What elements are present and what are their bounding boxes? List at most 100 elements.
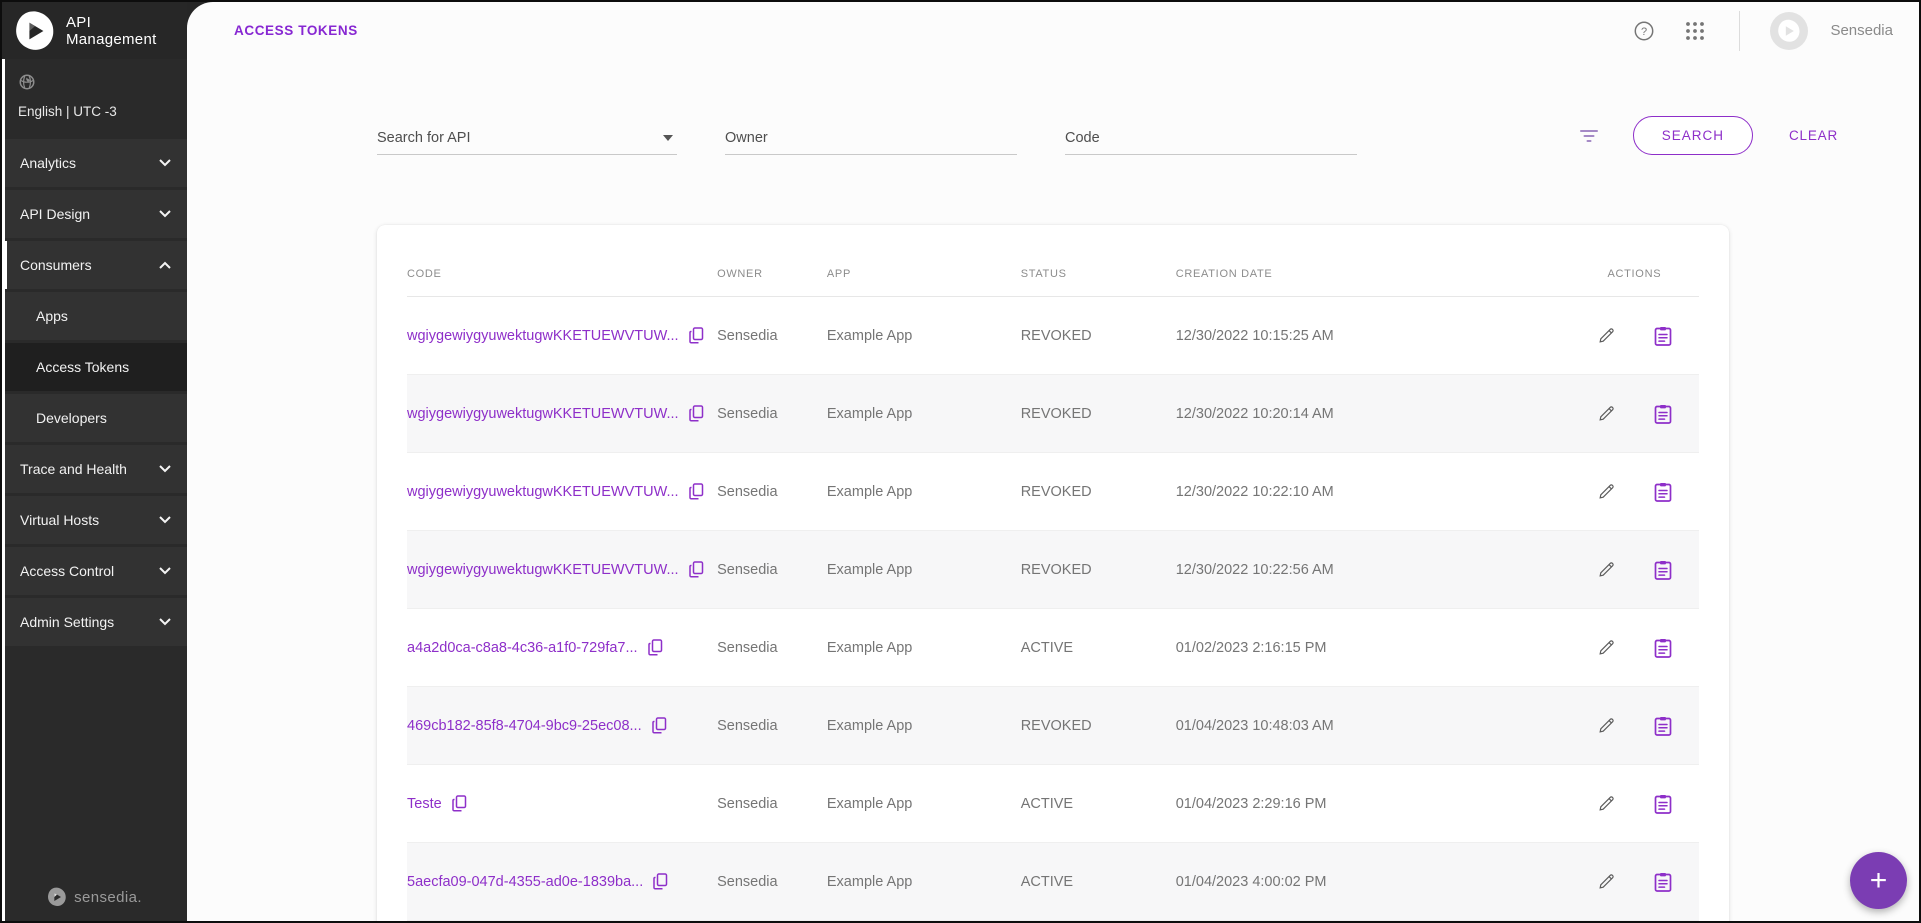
edit-token-button[interactable] xyxy=(1593,634,1620,661)
edit-token-button[interactable] xyxy=(1593,400,1620,427)
copy-code-button[interactable] xyxy=(646,637,665,658)
sidebar-item-consumers[interactable]: Consumers xyxy=(2,241,187,289)
edit-token-button[interactable] xyxy=(1593,478,1620,505)
filter-list-button[interactable] xyxy=(1575,124,1603,148)
copy-icon xyxy=(452,795,467,812)
edit-token-button[interactable] xyxy=(1593,712,1620,739)
token-code-link[interactable]: a4a2d0ca-c8a8-4c36-a1f0-729fa7... xyxy=(407,640,638,656)
apps-grid-button[interactable] xyxy=(1681,17,1709,45)
copy-icon xyxy=(689,483,704,500)
token-details-button[interactable] xyxy=(1650,634,1676,662)
cell-code: wgiygewiygyuwektugwKKETUEWVTUW... xyxy=(407,481,717,502)
token-details-button[interactable] xyxy=(1650,478,1676,506)
pencil-icon xyxy=(1597,404,1616,423)
sidebar-item-virtual-hosts[interactable]: Virtual Hosts xyxy=(2,496,187,544)
copy-icon xyxy=(689,327,704,344)
copy-code-button[interactable] xyxy=(650,715,669,736)
app-window: API Management English | UTC -3 Analytic… xyxy=(0,0,1921,923)
cell-status: REVOKED xyxy=(1021,484,1176,500)
edit-token-button[interactable] xyxy=(1593,868,1620,895)
clipboard-icon xyxy=(1654,794,1672,814)
sidebar-item-admin-settings[interactable]: Admin Settings xyxy=(2,598,187,646)
owner-input[interactable] xyxy=(725,130,1017,146)
token-row: 469cb182-85f8-4704-9bc9-25ec08... Sensed… xyxy=(407,687,1699,765)
copy-code-button[interactable] xyxy=(687,403,706,424)
token-details-button[interactable] xyxy=(1650,400,1676,428)
sidebar-item-apps[interactable]: Apps xyxy=(2,292,187,340)
sidebar-item-api-design[interactable]: API Design xyxy=(2,190,187,238)
pencil-icon xyxy=(1597,716,1616,735)
column-header-owner: OWNER xyxy=(717,268,827,280)
cell-owner: Sensedia xyxy=(717,796,827,812)
pencil-icon xyxy=(1597,326,1616,345)
pencil-icon xyxy=(1597,638,1616,657)
cell-status: REVOKED xyxy=(1021,718,1176,734)
cell-code: wgiygewiygyuwektugwKKETUEWVTUW... xyxy=(407,403,717,424)
column-header-app: APP xyxy=(827,268,1021,280)
locale-selector[interactable]: English | UTC -3 xyxy=(2,59,187,129)
main-content: ACCESS TOKENS ? xyxy=(187,2,1919,921)
cell-creation-date: 12/30/2022 10:15:25 AM xyxy=(1176,328,1570,344)
token-code-link[interactable]: Teste xyxy=(407,796,442,812)
edit-token-button[interactable] xyxy=(1593,322,1620,349)
cell-creation-date: 01/02/2023 2:16:15 PM xyxy=(1176,640,1570,656)
token-details-button[interactable] xyxy=(1650,868,1676,896)
token-row: 5aecfa09-047d-4355-ad0e-1839ba... Sensed… xyxy=(407,843,1699,921)
token-code-link[interactable]: wgiygewiygyuwektugwKKETUEWVTUW... xyxy=(407,406,679,422)
pencil-icon xyxy=(1597,872,1616,891)
chevron-down-icon xyxy=(159,516,171,524)
cell-code: a4a2d0ca-c8a8-4c36-a1f0-729fa7... xyxy=(407,637,717,658)
sidebar-item-access-tokens[interactable]: Access Tokens xyxy=(2,343,187,391)
help-icon: ? xyxy=(1633,20,1655,42)
chevron-down-icon xyxy=(159,210,171,218)
token-row: wgiygewiygyuwektugwKKETUEWVTUW... Sensed… xyxy=(407,375,1699,453)
copy-icon xyxy=(648,639,663,656)
token-details-button[interactable] xyxy=(1650,322,1676,350)
token-row: wgiygewiygyuwektugwKKETUEWVTUW... Sensed… xyxy=(407,453,1699,531)
copy-icon xyxy=(653,873,668,890)
copy-code-button[interactable] xyxy=(687,325,706,346)
token-code-link[interactable]: 469cb182-85f8-4704-9bc9-25ec08... xyxy=(407,718,642,734)
column-header-code: CODE xyxy=(407,268,717,280)
clipboard-icon xyxy=(1654,560,1672,580)
token-code-link[interactable]: 5aecfa09-047d-4355-ad0e-1839ba... xyxy=(407,874,643,890)
code-input[interactable] xyxy=(1065,130,1357,146)
token-code-link[interactable]: wgiygewiygyuwektugwKKETUEWVTUW... xyxy=(407,328,679,344)
cell-status: REVOKED xyxy=(1021,406,1176,422)
edit-token-button[interactable] xyxy=(1593,790,1620,817)
token-code-link[interactable]: wgiygewiygyuwektugwKKETUEWVTUW... xyxy=(407,484,679,500)
clipboard-icon xyxy=(1654,638,1672,658)
cell-code: wgiygewiygyuwektugwKKETUEWVTUW... xyxy=(407,559,717,580)
token-code-link[interactable]: wgiygewiygyuwektugwKKETUEWVTUW... xyxy=(407,562,679,578)
app-logo: API Management xyxy=(2,2,187,59)
pencil-icon xyxy=(1597,560,1616,579)
cell-app: Example App xyxy=(827,328,1021,344)
help-button[interactable]: ? xyxy=(1629,16,1659,46)
search-button[interactable]: SEARCH xyxy=(1633,116,1753,155)
api-select[interactable]: Search for API xyxy=(377,121,677,155)
cell-actions xyxy=(1570,556,1699,584)
sidebar-item-trace-and-health[interactable]: Trace and Health xyxy=(2,445,187,493)
token-details-button[interactable] xyxy=(1650,556,1676,584)
copy-code-button[interactable] xyxy=(450,793,469,814)
clear-button[interactable]: CLEAR xyxy=(1783,118,1844,153)
token-row: Teste Sensedia Example App ACTIVE 01/04/… xyxy=(407,765,1699,843)
token-row: wgiygewiygyuwektugwKKETUEWVTUW... Sensed… xyxy=(407,531,1699,609)
chevron-down-icon xyxy=(159,159,171,167)
sidebar-item-developers[interactable]: Developers xyxy=(2,394,187,442)
sidebar-item-analytics[interactable]: Analytics xyxy=(2,139,187,187)
user-avatar[interactable] xyxy=(1770,12,1808,50)
copy-icon xyxy=(689,405,704,422)
apps-grid-icon xyxy=(1685,21,1705,41)
edit-token-button[interactable] xyxy=(1593,556,1620,583)
copy-code-button[interactable] xyxy=(687,481,706,502)
add-token-fab[interactable]: + xyxy=(1850,852,1907,909)
copy-code-button[interactable] xyxy=(687,559,706,580)
sidebar-item-access-control[interactable]: Access Control xyxy=(2,547,187,595)
locale-label: English | UTC -3 xyxy=(18,104,171,119)
window-left-edge xyxy=(2,59,5,921)
token-details-button[interactable] xyxy=(1650,790,1676,818)
copy-code-button[interactable] xyxy=(651,871,670,892)
token-details-button[interactable] xyxy=(1650,712,1676,740)
sidebar-nav: Analytics API Design Consumers Apps Acce… xyxy=(2,139,187,646)
